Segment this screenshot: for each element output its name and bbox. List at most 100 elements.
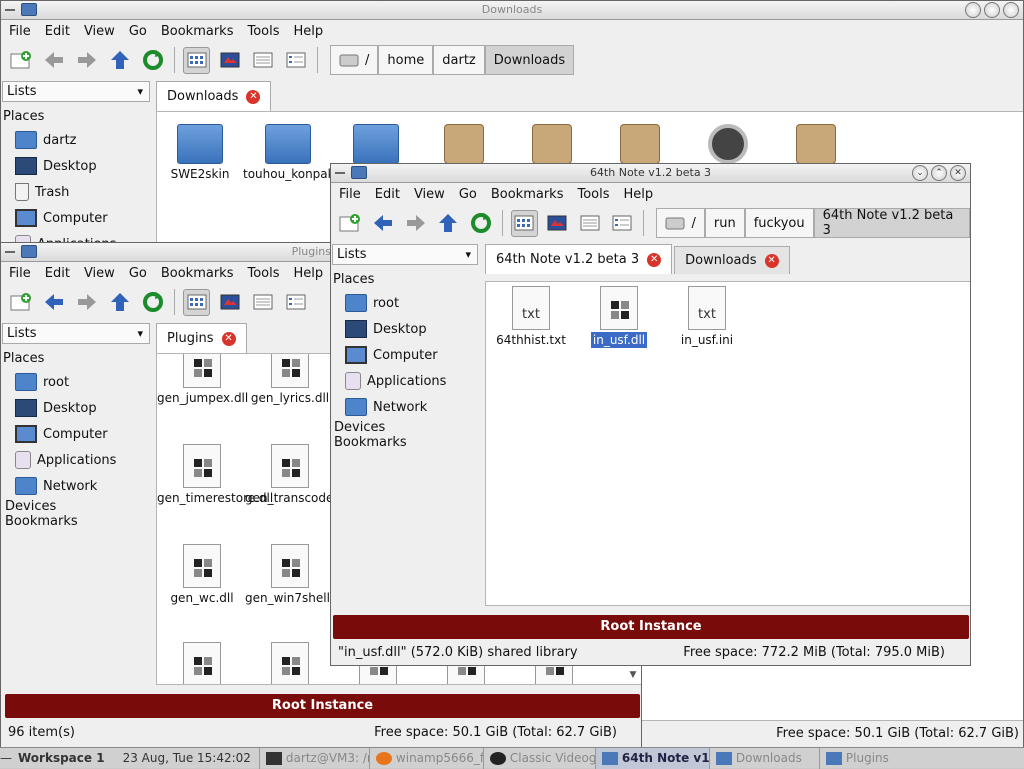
crumb-root[interactable]: / <box>656 208 705 238</box>
back-button[interactable] <box>40 289 67 316</box>
crumb-64th-note[interactable]: 64th Note v1.2 beta 3 <box>813 208 970 238</box>
file-item[interactable] <box>419 124 509 168</box>
workspace-label[interactable]: Workspace 1 <box>12 751 115 765</box>
crumb-fuckyou[interactable]: fuckyou <box>744 208 814 238</box>
file-item[interactable]: SWE2skin <box>157 124 245 181</box>
task-downloads[interactable]: Downloads <box>708 747 819 769</box>
file-item[interactable] <box>507 124 597 168</box>
forward-button[interactable] <box>73 47 100 74</box>
close-tab-icon[interactable]: ✕ <box>246 89 261 104</box>
back-button[interactable] <box>40 47 67 74</box>
minimize-dash-icon[interactable] <box>5 251 15 253</box>
file-item[interactable]: gen_jumpex.dll <box>157 354 248 405</box>
file-item-selected[interactable]: in_usf.dll <box>574 286 664 349</box>
downloads-titlebar[interactable]: Downloads <box>1 1 1023 20</box>
tab-64th-note[interactable]: 64th Note v1.2 beta 3 ✕ <box>485 244 673 274</box>
crumb-root[interactable]: / <box>330 45 379 75</box>
menu-help[interactable]: Help <box>294 266 324 281</box>
menu-edit[interactable]: Edit <box>375 187 400 202</box>
file-item[interactable]: gen_wc.dll <box>157 544 247 605</box>
maximize-button[interactable]: ⌃ <box>931 165 947 181</box>
menu-go[interactable]: Go <box>459 187 477 202</box>
up-button[interactable] <box>106 47 133 74</box>
bookmarks-header[interactable]: Bookmarks <box>3 514 153 529</box>
maximize-button[interactable] <box>984 2 1000 18</box>
place-root[interactable]: root <box>3 369 153 395</box>
place-desktop[interactable]: Desktop <box>333 316 483 342</box>
place-computer[interactable]: Computer <box>333 342 483 368</box>
close-tab-icon[interactable]: ✕ <box>764 253 779 268</box>
new-tab-button[interactable] <box>337 210 364 237</box>
task-64th-note[interactable]: 64th Note v1. <box>594 747 709 769</box>
menu-go[interactable]: Go <box>129 24 147 39</box>
reload-button[interactable] <box>467 210 494 237</box>
menu-go[interactable]: Go <box>129 266 147 281</box>
close-button[interactable] <box>1003 2 1019 18</box>
new-tab-button[interactable] <box>7 289 34 316</box>
menu-view[interactable]: View <box>414 187 445 202</box>
thumbnail-view-button[interactable] <box>544 210 571 237</box>
menu-file[interactable]: File <box>339 187 361 202</box>
devices-header[interactable]: Devices <box>333 420 483 435</box>
detail-view-button[interactable] <box>282 47 309 74</box>
file-item[interactable]: txt 64thhist.txt <box>486 286 576 347</box>
workspace-menu-icon[interactable]: — <box>0 751 12 765</box>
new-tab-button[interactable] <box>7 47 34 74</box>
menu-help[interactable]: Help <box>624 187 654 202</box>
file-item[interactable] <box>331 124 421 168</box>
crumb-dartz[interactable]: dartz <box>433 45 485 75</box>
file-item[interactable]: gen_transcode.dll <box>245 444 352 505</box>
menu-bookmarks[interactable]: Bookmarks <box>161 266 234 281</box>
file-item[interactable] <box>595 124 685 168</box>
menu-help[interactable]: Help <box>294 24 324 39</box>
close-tab-icon[interactable]: ✕ <box>221 331 236 346</box>
bookmarks-header[interactable]: Bookmarks <box>333 435 483 450</box>
menu-view[interactable]: View <box>84 24 115 39</box>
up-button[interactable] <box>106 289 133 316</box>
menu-tools[interactable]: Tools <box>247 24 279 39</box>
thumbnail-view-button[interactable] <box>216 289 243 316</box>
file-item[interactable]: touhou_konpaku_youmu_dark_wina... <box>243 124 468 181</box>
tab-downloads[interactable]: Downloads ✕ <box>674 246 790 274</box>
thumbnail-view-button[interactable] <box>216 47 243 74</box>
file-item[interactable] <box>245 642 335 684</box>
menu-file[interactable]: File <box>9 266 31 281</box>
devices-header[interactable]: Devices <box>3 499 153 514</box>
icon-view-button[interactable] <box>183 288 210 316</box>
menu-edit[interactable]: Edit <box>45 266 70 281</box>
compact-view-button[interactable] <box>576 210 603 237</box>
menu-tools[interactable]: Tools <box>247 266 279 281</box>
side-pane-mode-select[interactable]: Lists <box>2 323 150 344</box>
menu-tools[interactable]: Tools <box>577 187 609 202</box>
detail-view-button[interactable] <box>609 210 636 237</box>
file-item[interactable] <box>771 124 861 168</box>
task-terminal[interactable]: dartz@VM3: /ru <box>258 747 369 769</box>
place-computer[interactable]: Computer <box>3 421 153 447</box>
file-item[interactable]: gen_win7shell.dll <box>245 544 348 605</box>
file-item[interactable]: gen_timerestore.dll <box>157 444 273 505</box>
icon-view-button[interactable] <box>511 209 538 237</box>
crumb-home[interactable]: home <box>378 45 434 75</box>
scroll-down-arrow-icon[interactable]: ▼ <box>626 668 640 682</box>
tab-plugins[interactable]: Plugins ✕ <box>156 323 247 353</box>
place-desktop[interactable]: Desktop <box>3 153 153 179</box>
menu-edit[interactable]: Edit <box>45 24 70 39</box>
place-desktop[interactable]: Desktop <box>3 395 153 421</box>
up-button[interactable] <box>435 210 462 237</box>
reload-button[interactable] <box>139 47 166 74</box>
side-pane-mode-select[interactable]: Lists <box>332 244 478 265</box>
compact-view-button[interactable] <box>249 47 276 74</box>
place-home[interactable]: dartz <box>3 127 153 153</box>
back-button[interactable] <box>370 210 397 237</box>
64th-note-titlebar[interactable]: 64th Note v1.2 beta 3 ⌄ ⌃ ✕ <box>331 164 970 183</box>
place-network[interactable]: Network <box>3 473 153 499</box>
minimize-button[interactable] <box>965 2 981 18</box>
menu-bookmarks[interactable]: Bookmarks <box>161 24 234 39</box>
place-computer[interactable]: Computer <box>3 205 153 231</box>
place-applications[interactable]: Applications <box>3 447 153 473</box>
menu-bookmarks[interactable]: Bookmarks <box>491 187 564 202</box>
icon-view-button[interactable] <box>183 46 210 74</box>
menu-view[interactable]: View <box>84 266 115 281</box>
place-root[interactable]: root <box>333 290 483 316</box>
close-button[interactable]: ✕ <box>950 165 966 181</box>
